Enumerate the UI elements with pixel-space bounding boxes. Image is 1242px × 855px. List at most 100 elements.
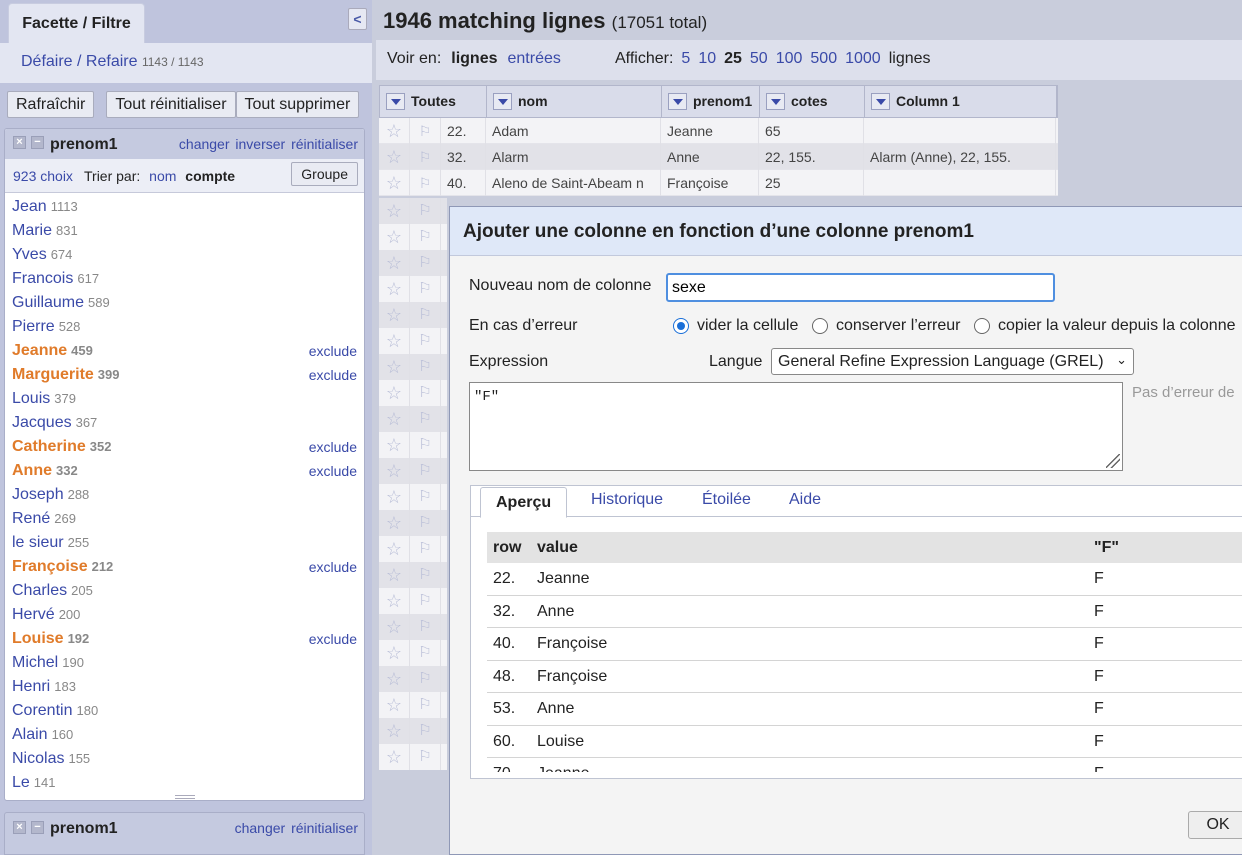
facet-choice-name[interactable]: René <box>12 510 50 527</box>
flag-icon[interactable]: ⚐ <box>410 536 441 562</box>
facet-choice-name[interactable]: Françoise <box>12 558 88 575</box>
flag-icon[interactable]: ⚐ <box>410 744 441 770</box>
facet-choice-name[interactable]: Corentin <box>12 702 72 719</box>
page-size-option[interactable]: 10 <box>698 50 716 67</box>
flag-icon[interactable]: ⚐ <box>410 666 441 692</box>
exclude-link[interactable]: exclude <box>309 627 357 651</box>
column-menu-icon[interactable] <box>668 93 687 110</box>
sort-by-count[interactable]: compte <box>185 168 235 184</box>
tab-facet-filter[interactable]: Facette / Filtre <box>8 3 145 43</box>
star-icon[interactable]: ☆ <box>379 118 410 144</box>
radio-icon[interactable] <box>812 318 828 334</box>
flag-icon[interactable]: ⚐ <box>410 250 441 276</box>
refresh-button[interactable]: Rafraîchir <box>7 91 95 118</box>
facet-choice-name[interactable]: Hervé <box>12 606 55 623</box>
tab-help[interactable]: Aide <box>789 491 821 509</box>
table-cell[interactable]: Alarm (Anne), 22, 155. <box>864 144 1056 170</box>
facet-choice-name[interactable]: Yves <box>12 246 47 263</box>
facet-choice-name[interactable]: Guillaume <box>12 294 84 311</box>
undo-redo-link[interactable]: Défaire / Refaire 1143 / 1143 <box>21 53 204 71</box>
page-size-option[interactable]: 500 <box>810 50 837 67</box>
table-cell[interactable]: Françoise <box>661 170 759 196</box>
flag-icon[interactable]: ⚐ <box>410 118 441 144</box>
facet-choice[interactable]: Henri 183 <box>5 675 364 699</box>
star-icon[interactable]: ☆ <box>379 718 410 744</box>
star-icon[interactable]: ☆ <box>379 536 410 562</box>
facet-choice-name[interactable]: Le <box>12 774 30 791</box>
page-size-option[interactable]: 1000 <box>845 50 881 67</box>
on-error-keep-error[interactable]: conserver l’erreur <box>812 317 960 335</box>
facet-choice-name[interactable]: Catherine <box>12 438 86 455</box>
star-icon[interactable]: ☆ <box>379 692 410 718</box>
star-icon[interactable]: ☆ <box>379 588 410 614</box>
star-icon[interactable]: ☆ <box>379 354 410 380</box>
flag-icon[interactable]: ⚐ <box>410 224 441 250</box>
facet-change-link[interactable]: changer <box>179 136 230 152</box>
facet-choice[interactable]: Charles 205 <box>5 579 364 603</box>
collapse-panel-icon[interactable]: < <box>348 8 367 30</box>
exclude-link[interactable]: exclude <box>309 459 357 483</box>
facet-choice[interactable]: Joseph 288 <box>5 483 364 507</box>
facet-choice[interactable]: Alain 160 <box>5 723 364 747</box>
star-icon[interactable]: ☆ <box>379 458 410 484</box>
star-icon[interactable]: ☆ <box>379 198 410 224</box>
flag-icon[interactable]: ⚐ <box>410 640 441 666</box>
star-icon[interactable]: ☆ <box>379 224 410 250</box>
star-icon[interactable]: ☆ <box>379 250 410 276</box>
flag-icon[interactable]: ⚐ <box>410 302 441 328</box>
facet-choice-name[interactable]: Marguerite <box>12 366 94 383</box>
facet-reset-link[interactable]: réinitialiser <box>291 820 358 836</box>
facet-choice[interactable]: Guillaume 589 <box>5 291 364 315</box>
facet-choices-count[interactable]: 923 choix <box>13 168 73 184</box>
star-icon[interactable]: ☆ <box>379 380 410 406</box>
exclude-link[interactable]: exclude <box>309 339 357 363</box>
facet-choice[interactable]: Françoise 212 exclude <box>5 555 364 579</box>
flag-icon[interactable]: ⚐ <box>410 588 441 614</box>
table-cell[interactable]: Anne <box>661 144 759 170</box>
flag-icon[interactable]: ⚐ <box>410 458 441 484</box>
flag-icon[interactable]: ⚐ <box>410 432 441 458</box>
flag-icon[interactable]: ⚐ <box>410 562 441 588</box>
facet-choice[interactable]: Marguerite 399 exclude <box>5 363 364 387</box>
language-select[interactable]: General Refine Expression Language (GREL… <box>771 348 1134 375</box>
radio-icon[interactable] <box>673 318 689 334</box>
table-cell[interactable]: Jeanne <box>661 118 759 144</box>
undo-redo-label[interactable]: Défaire / Refaire <box>21 53 138 70</box>
ok-button[interactable]: OK <box>1188 811 1242 839</box>
facet-choice-name[interactable]: Michel <box>12 654 58 671</box>
star-icon[interactable]: ☆ <box>379 510 410 536</box>
flag-icon[interactable]: ⚐ <box>410 276 441 302</box>
column-header[interactable]: Toutes <box>380 86 487 117</box>
table-cell[interactable] <box>864 170 1056 196</box>
star-icon[interactable]: ☆ <box>379 276 410 302</box>
star-icon[interactable]: ☆ <box>379 328 410 354</box>
star-icon[interactable]: ☆ <box>379 744 410 770</box>
resize-handle[interactable] <box>175 795 195 799</box>
facet-choice-name[interactable]: Jeanne <box>12 342 67 359</box>
column-menu-icon[interactable] <box>386 93 405 110</box>
table-cell[interactable]: Aleno de Saint-Abeam n <box>486 170 661 196</box>
flag-icon[interactable]: ⚐ <box>410 510 441 536</box>
minimize-facet-icon[interactable]: − <box>31 136 44 149</box>
facet-reset-link[interactable]: réinitialiser <box>291 136 358 152</box>
flag-icon[interactable]: ⚐ <box>410 380 441 406</box>
minimize-facet-icon[interactable]: − <box>31 821 44 834</box>
facet-choice-name[interactable]: Henri <box>12 678 50 695</box>
table-cell[interactable]: 65 <box>759 118 864 144</box>
column-menu-icon[interactable] <box>493 93 512 110</box>
facet-choice[interactable]: Louise 192 exclude <box>5 627 364 651</box>
facet-choice-name[interactable]: Alain <box>12 726 48 743</box>
facet-invert-link[interactable]: inverser <box>235 136 285 152</box>
tab-starred[interactable]: Étoilée <box>702 491 751 509</box>
facet-choice[interactable]: Hervé 200 <box>5 603 364 627</box>
facet-change-link[interactable]: changer <box>235 820 286 836</box>
star-icon[interactable]: ☆ <box>379 170 410 196</box>
exclude-link[interactable]: exclude <box>309 435 357 459</box>
facet-choice[interactable]: Catherine 352 exclude <box>5 435 364 459</box>
flag-icon[interactable]: ⚐ <box>410 198 441 224</box>
column-header[interactable]: nom <box>487 86 662 117</box>
flag-icon[interactable]: ⚐ <box>410 614 441 640</box>
flag-icon[interactable]: ⚐ <box>410 328 441 354</box>
column-header[interactable]: cotes <box>760 86 865 117</box>
facet-choice[interactable]: Louis 379 <box>5 387 364 411</box>
